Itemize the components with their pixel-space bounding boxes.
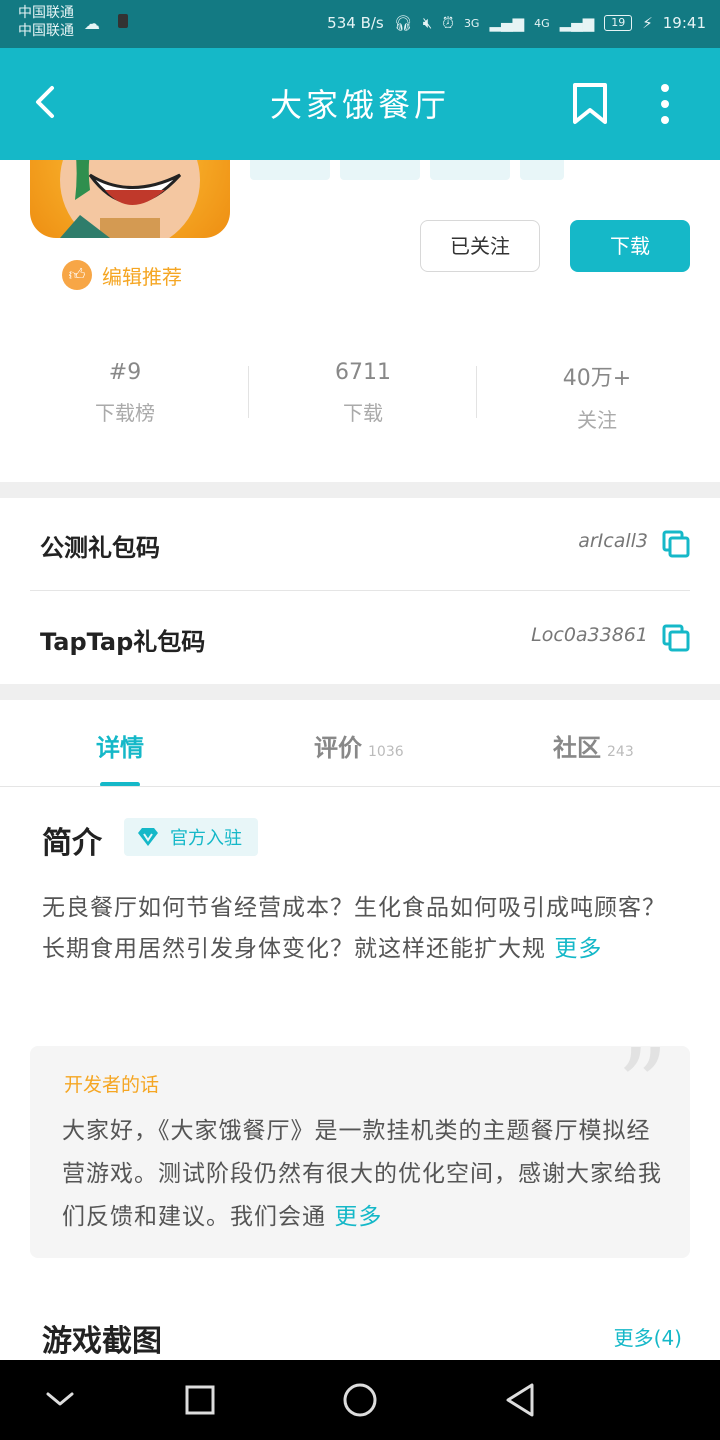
notification-icon [118, 14, 128, 28]
status-right: 534 B/s 🎧︎ 🔇︎ ⏰︎ 3G ▂▄▆ 4G ▂▄▆ 19 ⚡ 19:4… [327, 14, 706, 32]
status-bar: 中国联通 中国联通 ☁ 534 B/s 🎧︎ 🔇︎ ⏰︎ 3G ▂▄▆ 4G ▂… [0, 0, 720, 48]
stat-value: #9 [108, 360, 142, 385]
badge-label: 官方入驻 [170, 828, 242, 849]
signal-icon-1: ▂▄▆ [489, 14, 525, 32]
intro-title: 简介 [42, 826, 102, 861]
intro-more-link[interactable]: 更多 [554, 936, 602, 962]
download-button[interactable]: 下载 [570, 220, 690, 272]
screenshots-title: 游戏截图 [42, 1324, 162, 1359]
signal-icon-2: ▂▄▆ [559, 14, 595, 32]
section-gap [0, 684, 720, 700]
tab-label: 详情 [96, 734, 144, 762]
copy-icon[interactable] [662, 530, 690, 558]
divider [0, 786, 720, 787]
stat-value: 40万+ [562, 366, 632, 391]
divider [30, 590, 690, 591]
official-badge: 官方入驻 [124, 818, 258, 856]
stat-followers: 40万+ 关注 [482, 360, 712, 433]
network-type-2: 4G [534, 16, 550, 30]
developer-notes-text: 大家好，《大家饿餐厅》是一款挂机类的主题餐厅模拟经营游戏。测试阶段仍然有很大的优… [62, 1110, 662, 1239]
thumbs-up-icon: 👍︎ [62, 260, 92, 290]
developer-notes-title: 开发者的话 [64, 1074, 160, 1096]
stat-rank[interactable]: #9 下载榜 [10, 360, 240, 426]
editor-pick: 👍︎ 编辑推荐 [62, 260, 182, 290]
tab-count: 243 [607, 744, 634, 760]
tab-label: 社区 [553, 734, 601, 762]
description-line: 长期食用居然引发身体变化？就这样还能扩大规 [42, 936, 546, 962]
top-bar: 大家饿餐厅 [0, 48, 720, 160]
divider [476, 366, 477, 418]
carrier-info: 中国联通 中国联通 [18, 4, 74, 40]
gift-code-label: TapTap礼包码 [40, 628, 206, 656]
carrier-1: 中国联通 [18, 5, 74, 21]
weather-icon: ☁ [84, 14, 100, 33]
headphones-icon: 🎧︎ [393, 14, 413, 32]
mute-icon: 🔇︎ [422, 14, 433, 32]
recent-apps-icon[interactable] [184, 1384, 216, 1416]
tab-count: 1036 [368, 744, 404, 760]
section-gap [0, 482, 720, 498]
system-nav-bar [0, 1360, 720, 1440]
gift-code-label: 公测礼包码 [40, 534, 160, 562]
charging-icon: ⚡ [642, 14, 653, 32]
chevron-down-icon[interactable] [44, 1388, 76, 1410]
stat-label: 下载榜 [95, 401, 155, 425]
back-triangle-icon[interactable] [504, 1382, 536, 1418]
description-line: 无良餐厅如何节省经营成本？生化食品如何吸引成吨顾客？ [42, 895, 666, 921]
tab-community[interactable]: 社区 243 [553, 728, 634, 763]
network-speed: 534 B/s [327, 14, 384, 32]
battery-icon: 19 [604, 15, 633, 31]
followed-button[interactable]: 已关注 [420, 220, 540, 272]
gift-code-value: arIcall3 [578, 530, 648, 552]
gift-code-value: Loc0a33861 [531, 624, 648, 646]
tab-label: 评价 [314, 734, 362, 762]
developer-more-link[interactable]: 更多 [334, 1204, 382, 1230]
more-vertical-icon[interactable] [650, 82, 680, 126]
description-line-row: 长期食用居然引发身体变化？就这样还能扩大规 更多 [42, 929, 682, 970]
diamond-icon [138, 828, 158, 846]
tab-details[interactable]: 详情 [96, 728, 144, 763]
developer-notes: ” 开发者的话 大家好，《大家饿餐厅》是一款挂机类的主题餐厅模拟经营游戏。测试阶… [30, 1046, 690, 1258]
stat-value: 6711 [335, 360, 391, 385]
screenshots-more-link[interactable]: 更多(4) [614, 1322, 682, 1351]
stat-downloads: 6711 下载 [248, 360, 478, 426]
stat-label: 下载 [343, 401, 383, 425]
network-type-1: 3G [463, 16, 480, 30]
page-title: 大家饿餐厅 [269, 86, 450, 124]
alarm-icon: ⏰︎ [442, 14, 454, 32]
clock: 19:41 [662, 14, 706, 32]
bookmark-icon[interactable] [570, 82, 610, 126]
tab-reviews[interactable]: 评价 1036 [314, 728, 404, 763]
stat-label: 关注 [577, 408, 617, 432]
gift-code-row[interactable]: 公测礼包码 arIcall3 [30, 498, 690, 590]
editor-pick-label: 编辑推荐 [102, 264, 182, 289]
gift-code-row[interactable]: TapTap礼包码 Loc0a33861 [30, 592, 690, 684]
home-icon[interactable] [342, 1382, 378, 1418]
copy-icon[interactable] [662, 624, 690, 652]
intro-description: 无良餐厅如何节省经营成本？生化食品如何吸引成吨顾客？ 长期食用居然引发身体变化？… [42, 888, 682, 970]
carrier-2: 中国联通 [18, 23, 74, 39]
